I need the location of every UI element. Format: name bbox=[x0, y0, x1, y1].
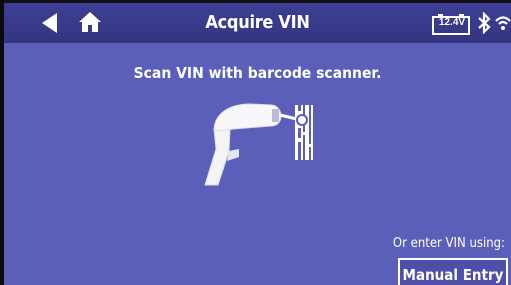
bluetooth-icon bbox=[478, 12, 491, 34]
barcode-scanner-icon bbox=[204, 103, 313, 186]
header-bar: Acquire VIN 12.4V bbox=[4, 3, 511, 43]
scan-instruction: Scan VIN with barcode scanner. bbox=[133, 64, 382, 82]
device-screen: Acquire VIN 12.4V Scan VIN with barcode … bbox=[4, 3, 511, 285]
battery-voltage: 12.4V bbox=[438, 17, 466, 28]
wifi-icon bbox=[495, 16, 511, 30]
manual-entry-button[interactable]: Manual Entry bbox=[398, 258, 508, 285]
alternate-entry-label: Or enter VIN using: bbox=[392, 236, 505, 251]
